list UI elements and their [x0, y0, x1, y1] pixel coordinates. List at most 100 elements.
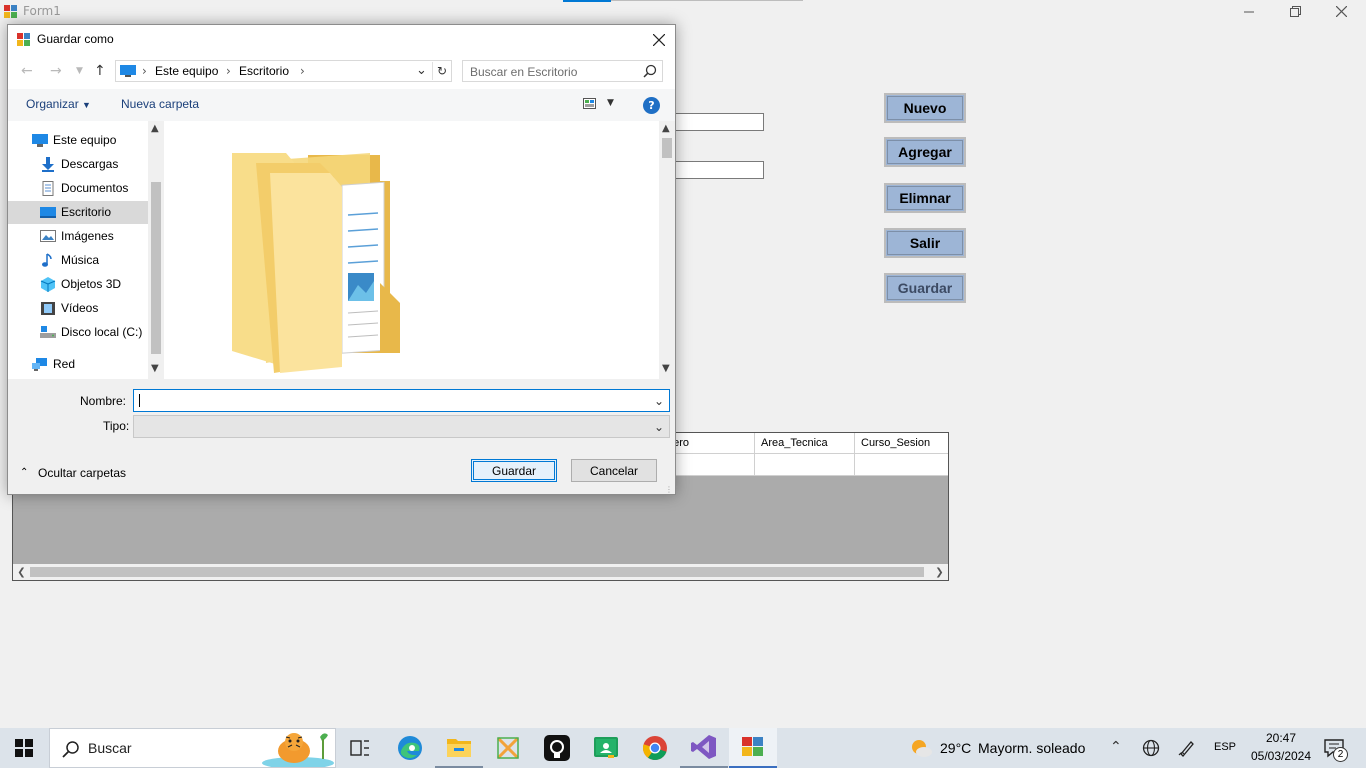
breadcrumb-este-equipo[interactable]: Este equipo [155, 64, 218, 78]
chevron-down-icon[interactable]: ▼ [607, 98, 614, 108]
scroll-down-icon[interactable]: ▼ [662, 363, 670, 374]
visual-studio-icon [691, 735, 716, 759]
back-arrow-icon[interactable]: ← [21, 63, 33, 79]
minimize-button[interactable] [1226, 0, 1272, 23]
taskbar-search[interactable]: Buscar [49, 728, 336, 768]
nav-item-red[interactable]: Red [8, 353, 148, 376]
salir-button[interactable]: Salir [884, 228, 966, 258]
file-type-select[interactable]: ⌄ [133, 415, 670, 438]
chevron-right-icon[interactable]: › [142, 64, 147, 78]
taskbar-search-label: Buscar [88, 740, 132, 756]
start-button[interactable] [0, 728, 48, 768]
folder-icon[interactable] [230, 153, 400, 373]
grid-cell[interactable] [754, 454, 854, 475]
scroll-up-icon[interactable]: ▲ [151, 123, 159, 134]
clock-time[interactable]: 20:47 [1240, 731, 1322, 745]
pen-icon[interactable] [1178, 739, 1196, 757]
nav-item-label: Disco local (C:) [61, 325, 143, 339]
up-arrow-icon[interactable]: ↑ [94, 63, 106, 79]
agregar-button[interactable]: Agregar [884, 137, 966, 167]
scrollbar-thumb[interactable] [151, 182, 161, 354]
file-pane-scrollbar[interactable]: ▲ ▼ [659, 121, 675, 379]
partly-sunny-icon [912, 740, 932, 757]
restore-button[interactable] [1272, 0, 1318, 23]
organize-label: Organizar [26, 97, 79, 111]
edge-taskbar-button[interactable] [386, 728, 434, 768]
form-titlebar [0, 0, 1366, 23]
pictures-icon [40, 230, 56, 242]
hide-folders-label: Ocultar carpetas [38, 466, 127, 480]
dialog-close-button[interactable] [647, 28, 671, 52]
nav-item-musica[interactable]: Música [8, 249, 148, 272]
chevron-down-icon[interactable]: ⌄ [654, 420, 664, 434]
chrome-icon [642, 736, 667, 761]
network-globe-icon[interactable] [1142, 739, 1160, 757]
form-app-taskbar-button[interactable] [729, 728, 777, 768]
nav-item-descargas[interactable]: Descargas [8, 153, 148, 176]
name-field[interactable]: ⌄ [133, 389, 670, 413]
computer-icon [32, 134, 48, 147]
clock-date[interactable]: 05/03/2024 [1240, 749, 1322, 763]
address-bar[interactable]: › Este equipo › Escritorio › ⌄ ↻ [115, 60, 452, 82]
grid-column-header[interactable]: Curso_Sesion [854, 433, 948, 453]
search-box[interactable] [462, 60, 663, 83]
chevron-right-icon[interactable]: › [300, 64, 305, 78]
input-language[interactable]: ESP [1214, 741, 1236, 753]
desktop-icon [40, 207, 56, 218]
chrome-taskbar-button[interactable] [631, 728, 679, 768]
notification-count-badge: 2 [1333, 747, 1348, 762]
search-icon [643, 64, 657, 78]
search-input[interactable] [463, 61, 647, 83]
chevron-down-icon[interactable]: ⌄ [654, 394, 664, 408]
nav-item-videos[interactable]: Vídeos [8, 297, 148, 320]
nav-item-disco-local[interactable]: Disco local (C:) [8, 321, 148, 344]
file-list-pane[interactable]: ▲ ▼ [164, 121, 675, 379]
tool-taskbar-button[interactable] [484, 728, 532, 768]
task-view-icon [350, 740, 369, 756]
chevron-right-icon[interactable]: › [226, 64, 231, 78]
organize-button[interactable]: Organizar ▼ [26, 97, 91, 111]
guardar-form-button[interactable]: Guardar [884, 273, 966, 303]
eliminar-button[interactable]: Elimnar [884, 183, 966, 213]
show-hidden-icons-icon[interactable]: ⌃ [1110, 739, 1122, 755]
nav-item-objetos-3d[interactable]: Objetos 3D [8, 273, 148, 296]
form-app-icon [742, 737, 763, 756]
view-options-icon[interactable] [583, 98, 596, 109]
classroom-taskbar-button[interactable] [582, 728, 630, 768]
scroll-right-icon[interactable]: ❯ [931, 564, 948, 580]
github-taskbar-button[interactable] [533, 728, 581, 768]
grid-horizontal-scrollbar[interactable]: ❮ ❯ [13, 564, 948, 580]
visual-studio-taskbar-button[interactable] [680, 728, 728, 768]
scroll-down-icon[interactable]: ▼ [151, 363, 159, 374]
file-explorer-taskbar-button[interactable] [435, 728, 483, 768]
nav-item-documentos[interactable]: Documentos [8, 177, 148, 200]
forward-arrow-icon[interactable]: → [50, 63, 62, 79]
scroll-up-icon[interactable]: ▲ [662, 123, 670, 134]
scrollbar-thumb[interactable] [30, 567, 924, 577]
new-folder-button[interactable]: Nueva carpeta [121, 97, 199, 111]
grid-cell[interactable] [854, 454, 948, 475]
resize-grip-icon[interactable]: ⋮⋮ [665, 485, 681, 494]
nav-item-imagenes[interactable]: Imágenes [8, 225, 148, 248]
nav-item-label: Descargas [61, 157, 119, 171]
nav-pane-scrollbar[interactable]: ▲ ▼ [148, 121, 164, 379]
nav-item-escritorio[interactable]: Escritorio [8, 201, 148, 224]
task-view-button[interactable] [336, 728, 384, 768]
command-bar: Organizar ▼ Nueva carpeta ▼ ? [8, 89, 675, 121]
scroll-left-icon[interactable]: ❮ [13, 564, 30, 580]
close-icon [653, 34, 665, 46]
file-explorer-icon [447, 739, 471, 757]
form-close-button[interactable] [1318, 0, 1364, 23]
scrollbar-thumb[interactable] [662, 138, 672, 158]
file-name-input[interactable] [134, 390, 653, 413]
cancel-button[interactable]: Cancelar [571, 459, 657, 482]
save-button[interactable]: Guardar [471, 459, 557, 482]
nav-item-este-equipo[interactable]: Este equipo [8, 129, 148, 152]
recent-locations-icon[interactable]: ▼ [76, 66, 83, 76]
grid-column-header[interactable]: Area_Tecnica [754, 433, 854, 453]
chevron-down-icon[interactable]: ⌄ [416, 63, 427, 78]
refresh-icon[interactable]: ↻ [432, 62, 451, 80]
breadcrumb-escritorio[interactable]: Escritorio [239, 64, 289, 78]
nuevo-button[interactable]: Nuevo [884, 93, 966, 123]
help-button[interactable]: ? [643, 97, 660, 114]
